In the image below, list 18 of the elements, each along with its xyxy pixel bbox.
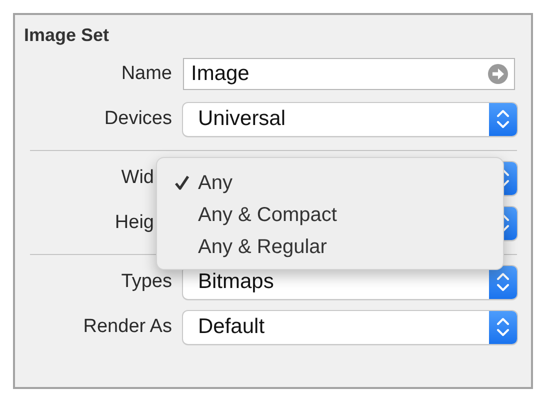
field-label: Name (121, 63, 172, 84)
panel-title: Image Set (24, 25, 110, 47)
menu-item[interactable]: Any (157, 167, 503, 199)
field-label: Render As (83, 316, 172, 337)
chevron-updown-icon (503, 212, 510, 234)
chevron-updown-icon (496, 108, 510, 130)
field-label: Types (121, 271, 172, 292)
field-label: Wid (121, 167, 154, 188)
field-label: Heig (114, 212, 154, 233)
chevron-updown-icon (496, 271, 510, 293)
menu-item[interactable]: Any & Compact (157, 199, 503, 231)
chevron-updown-icon (496, 316, 510, 338)
menu-item[interactable]: Any & Regular (157, 231, 503, 263)
popup-button[interactable]: Default (183, 310, 517, 344)
field-label: Devices (104, 108, 172, 129)
popup-button[interactable]: Universal (183, 102, 517, 136)
name-field[interactable]: Image (183, 58, 515, 90)
chevron-updown-icon (503, 167, 510, 189)
